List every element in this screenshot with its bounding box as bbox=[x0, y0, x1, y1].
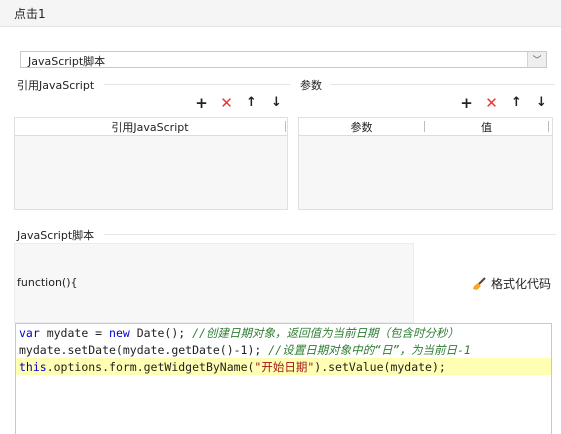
column-divider bbox=[548, 121, 549, 132]
code-token: mydate = bbox=[39, 326, 110, 340]
params-table-header: 参数 值 bbox=[299, 118, 552, 136]
broom-icon bbox=[473, 277, 486, 290]
function-header-box: function(){ bbox=[14, 243, 414, 323]
params-table: 参数 值 bbox=[298, 117, 553, 210]
code-token: mydate.setDate(mydate.getDate()-1); bbox=[19, 343, 269, 357]
code-token: ).setValue(mydate); bbox=[314, 360, 446, 374]
imports-table-header: 引用JavaScript bbox=[15, 118, 287, 136]
chevron-down-icon[interactable]: ﹀ bbox=[527, 52, 546, 67]
code-token: this bbox=[19, 360, 47, 374]
param-name-column-header[interactable]: 参数 bbox=[299, 118, 424, 135]
code-token: //设置日期对象中的“日”，为当前日-1 bbox=[268, 343, 471, 357]
code-line[interactable]: mydate.setDate(mydate.getDate()-1); //设置… bbox=[19, 342, 471, 359]
params-toolbar: + ✕ ↑ ↓ bbox=[454, 95, 554, 111]
add-icon[interactable]: + bbox=[189, 95, 214, 111]
code-token: "开始日期" bbox=[254, 360, 315, 374]
code-line[interactable]: var mydate = new Date(); //创建日期对象，返回值为当前… bbox=[19, 325, 459, 342]
imports-section-label: 引用JavaScript bbox=[17, 79, 95, 92]
imports-toolbar: + ✕ ↑ ↓ bbox=[189, 95, 289, 111]
script-section-label: JavaScript脚本 bbox=[17, 229, 95, 242]
params-separator bbox=[330, 84, 555, 85]
move-down-icon[interactable]: ↓ bbox=[529, 95, 554, 111]
code-token: .options.form.getWidgetByName( bbox=[46, 360, 255, 374]
imports-separator bbox=[104, 84, 290, 85]
move-up-icon[interactable]: ↑ bbox=[239, 95, 264, 111]
script-separator bbox=[104, 234, 556, 235]
dialog-title: 点击1 bbox=[14, 7, 46, 21]
code-token: Date(); bbox=[129, 326, 193, 340]
function-header-text: function(){ bbox=[17, 276, 78, 289]
params-section-label: 参数 bbox=[300, 79, 322, 92]
column-divider bbox=[285, 121, 286, 132]
format-code-button[interactable]: 格式化代码 bbox=[472, 275, 551, 292]
delete-icon[interactable]: ✕ bbox=[479, 95, 504, 111]
code-token: var bbox=[19, 326, 40, 340]
code-token: new bbox=[109, 326, 130, 340]
param-value-column-header[interactable]: 值 bbox=[425, 118, 548, 135]
dialog-title-bar bbox=[0, 0, 561, 27]
delete-icon[interactable]: ✕ bbox=[214, 95, 239, 111]
action-type-select[interactable]: JavaScript脚本 ﹀ bbox=[20, 51, 547, 68]
move-down-icon[interactable]: ↓ bbox=[264, 95, 289, 111]
move-up-icon[interactable]: ↑ bbox=[504, 95, 529, 111]
add-icon[interactable]: + bbox=[454, 95, 479, 111]
code-line[interactable]: this.options.form.getWidgetByName("开始日期"… bbox=[19, 359, 446, 376]
imports-column-header[interactable]: 引用JavaScript bbox=[15, 118, 285, 135]
imports-table: 引用JavaScript bbox=[14, 117, 288, 210]
action-type-value: JavaScript脚本 bbox=[28, 55, 106, 68]
format-code-label: 格式化代码 bbox=[491, 277, 552, 291]
code-token: //创建日期对象，返回值为当前日期（包含时分秒） bbox=[192, 326, 459, 340]
code-editor[interactable]: var mydate = new Date(); //创建日期对象，返回值为当前… bbox=[15, 323, 552, 434]
